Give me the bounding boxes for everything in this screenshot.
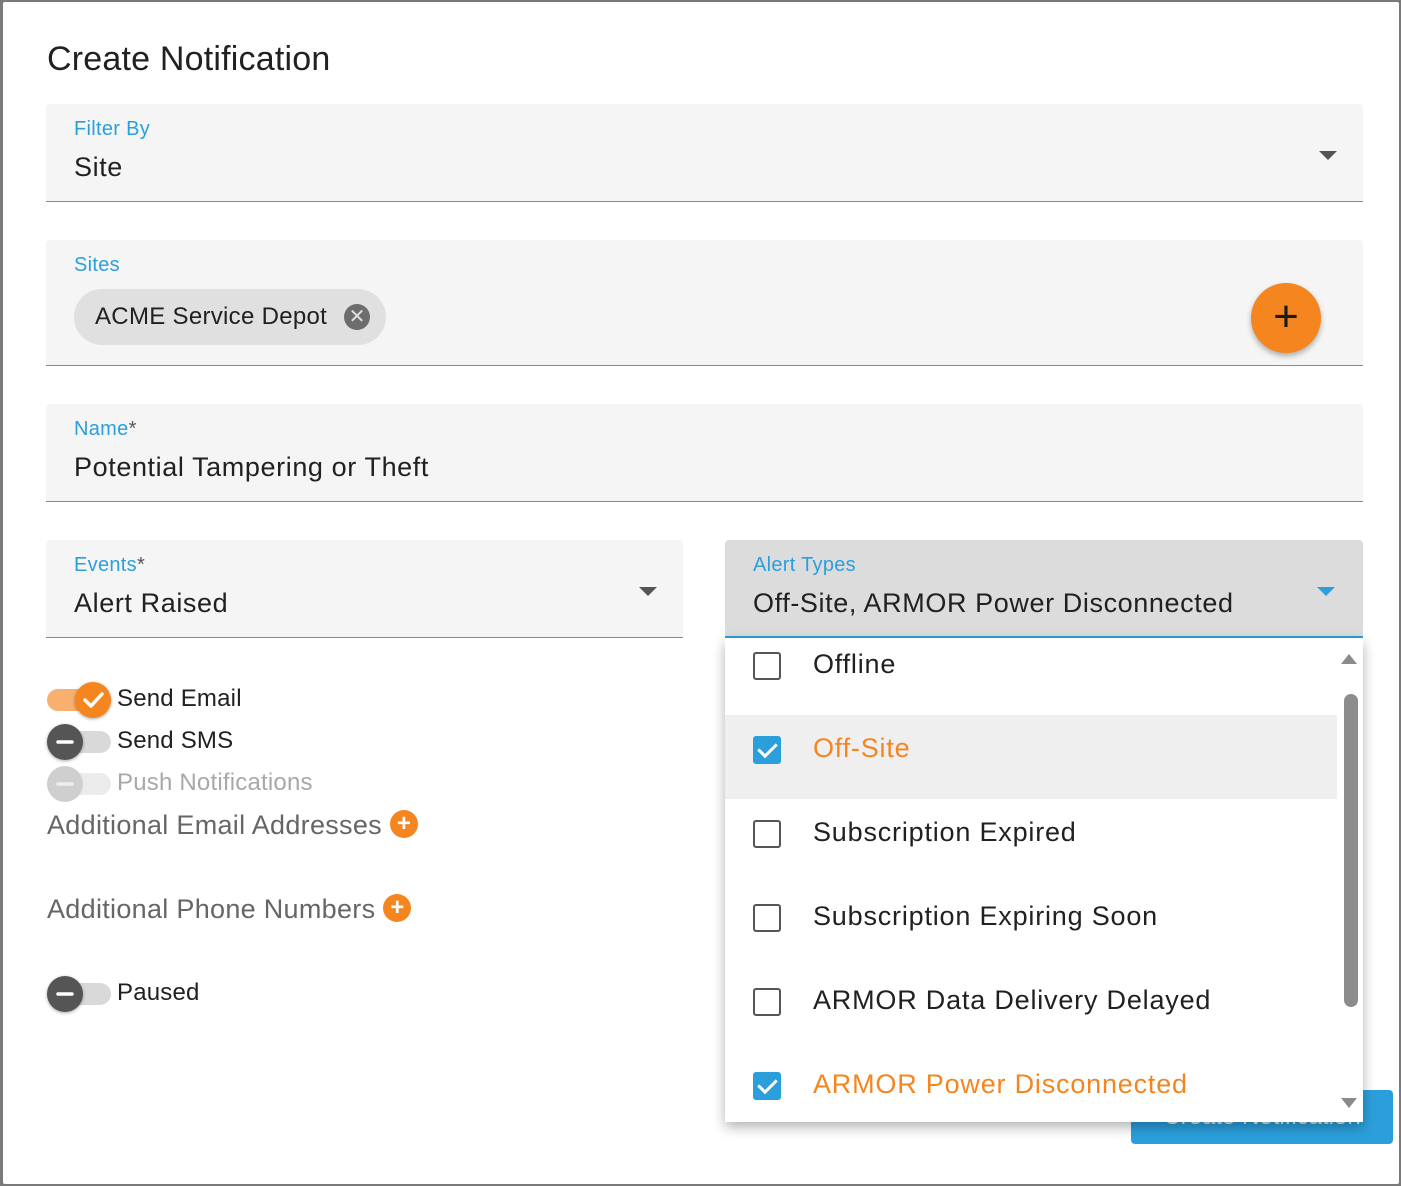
sites-field[interactable]: Sites ACME Service Depot ✕ +	[46, 240, 1363, 366]
name-input[interactable]: Potential Tampering or Theft	[74, 452, 429, 483]
minus-icon	[47, 976, 83, 1012]
alert-type-option[interactable]: Subscription Expired	[725, 799, 1337, 883]
check-icon	[75, 682, 111, 718]
add-email-button[interactable]: +	[389, 810, 418, 838]
chevron-down-icon	[1319, 151, 1337, 160]
name-field[interactable]: Name* Potential Tampering or Theft	[46, 404, 1363, 502]
checkbox[interactable]	[753, 652, 781, 680]
add-site-button[interactable]: +	[1251, 283, 1321, 353]
checkbox[interactable]	[753, 904, 781, 932]
filter-by-value: Site	[74, 152, 123, 182]
chevron-down-icon	[639, 587, 657, 596]
close-circle-icon[interactable]: ✕	[344, 304, 370, 330]
alert-types-menu: Offline Off-Site Subscription Expired Su…	[725, 638, 1363, 1122]
option-label: ARMOR Data Delivery Delayed	[813, 985, 1212, 1015]
filter-by-select[interactable]: Filter By Site	[46, 104, 1363, 202]
alert-type-option[interactable]: Subscription Expiring Soon	[725, 883, 1337, 967]
checkbox[interactable]	[753, 820, 781, 848]
scrollbar[interactable]	[1337, 638, 1363, 1122]
minus-icon	[47, 766, 83, 802]
filter-by-label: Filter By	[74, 118, 151, 140]
option-label: Offline	[813, 649, 897, 679]
alert-type-option[interactable]: Offline	[725, 638, 1337, 715]
additional-phone-numbers: Additional Phone Numbers +	[47, 894, 412, 925]
scrollbar-thumb[interactable]	[1344, 694, 1358, 1007]
option-label: ARMOR Power Disconnected	[813, 1069, 1188, 1099]
scroll-down-icon[interactable]	[1341, 1098, 1357, 1108]
alert-types-value: Off-Site, ARMOR Power Disconnected	[753, 588, 1234, 618]
events-label: Events*	[74, 554, 146, 576]
send-sms-label: Send SMS	[117, 727, 234, 754]
scroll-up-icon[interactable]	[1341, 654, 1357, 664]
create-notification-dialog: Create Notification Filter By Site Sites…	[3, 2, 1399, 1184]
chevron-down-icon	[1317, 587, 1335, 596]
checkbox[interactable]	[753, 1072, 781, 1100]
push-notifications-label: Push Notifications	[117, 769, 313, 796]
sites-label: Sites	[74, 254, 120, 276]
site-chip-label: ACME Service Depot	[95, 303, 328, 330]
checkbox[interactable]	[753, 736, 781, 764]
alert-types-label: Alert Types	[753, 554, 856, 576]
dialog-title: Create Notification	[47, 40, 331, 78]
checkbox[interactable]	[753, 988, 781, 1016]
alert-type-option[interactable]: Off-Site	[725, 715, 1337, 799]
minus-icon	[47, 724, 83, 760]
option-label: Subscription Expiring Soon	[813, 901, 1158, 931]
plus-icon: +	[1273, 292, 1299, 341]
alert-types-select[interactable]: Alert Types Off-Site, ARMOR Power Discon…	[725, 540, 1363, 638]
option-label: Off-Site	[813, 733, 911, 763]
site-chip[interactable]: ACME Service Depot ✕	[74, 289, 386, 345]
events-select[interactable]: Events* Alert Raised	[46, 540, 683, 638]
add-phone-button[interactable]: +	[383, 894, 412, 922]
name-label: Name*	[74, 418, 137, 440]
paused-label: Paused	[117, 979, 200, 1006]
option-label: Subscription Expired	[813, 817, 1077, 847]
alert-type-option[interactable]: ARMOR Power Disconnected	[725, 1051, 1337, 1122]
events-value: Alert Raised	[74, 588, 229, 618]
additional-email-addresses: Additional Email Addresses +	[47, 810, 418, 841]
send-email-label: Send Email	[117, 685, 242, 712]
alert-type-option[interactable]: ARMOR Data Delivery Delayed	[725, 967, 1337, 1051]
